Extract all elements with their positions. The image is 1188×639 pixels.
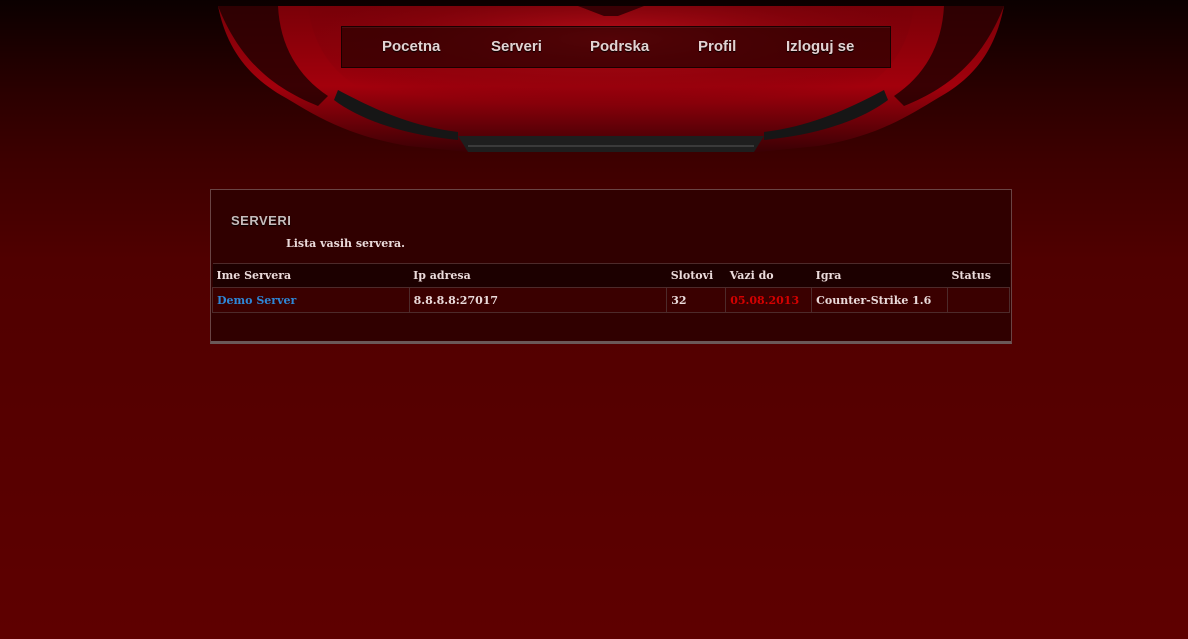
- server-name-link[interactable]: Demo Server: [217, 294, 296, 307]
- servers-panel: SERVERI Lista vasih servera. Ime Servera…: [210, 189, 1012, 344]
- column-header-expires: Vazi do: [725, 263, 812, 288]
- nav-item-podrska[interactable]: Podrska: [590, 38, 649, 55]
- column-header-name: Ime Servera: [212, 263, 410, 288]
- main-navigation: Pocetna Serveri Podrska Profil Izloguj s…: [341, 26, 891, 68]
- server-expiry-cell: 05.08.2013: [725, 287, 813, 313]
- column-header-slots: Slotovi: [666, 263, 726, 288]
- column-header-ip: Ip adresa: [409, 263, 667, 288]
- page-subtitle: Lista vasih servera.: [286, 237, 405, 250]
- column-header-game: Igra: [811, 263, 948, 288]
- server-game-cell: Counter-Strike 1.6: [811, 287, 948, 313]
- server-name-cell: Demo Server: [212, 287, 410, 313]
- nav-item-pocetna[interactable]: Pocetna: [382, 38, 440, 55]
- servers-table: Ime Servera Ip adresa Slotovi Vazi do Ig…: [212, 263, 1011, 313]
- nav-item-profil[interactable]: Profil: [698, 38, 736, 55]
- table-header-row: Ime Servera Ip adresa Slotovi Vazi do Ig…: [212, 263, 1010, 288]
- page-title: SERVERI: [231, 213, 292, 228]
- nav-item-serveri[interactable]: Serveri: [491, 38, 542, 55]
- server-ip-cell: 8.8.8.8:27017: [409, 287, 668, 313]
- column-header-status: Status: [947, 263, 1010, 288]
- server-slots-cell: 32: [666, 287, 727, 313]
- server-status-cell: [947, 287, 1011, 313]
- nav-item-izloguj-se[interactable]: Izloguj se: [786, 38, 854, 55]
- table-row: Demo Server 8.8.8.8:27017 32 05.08.2013 …: [212, 287, 1011, 313]
